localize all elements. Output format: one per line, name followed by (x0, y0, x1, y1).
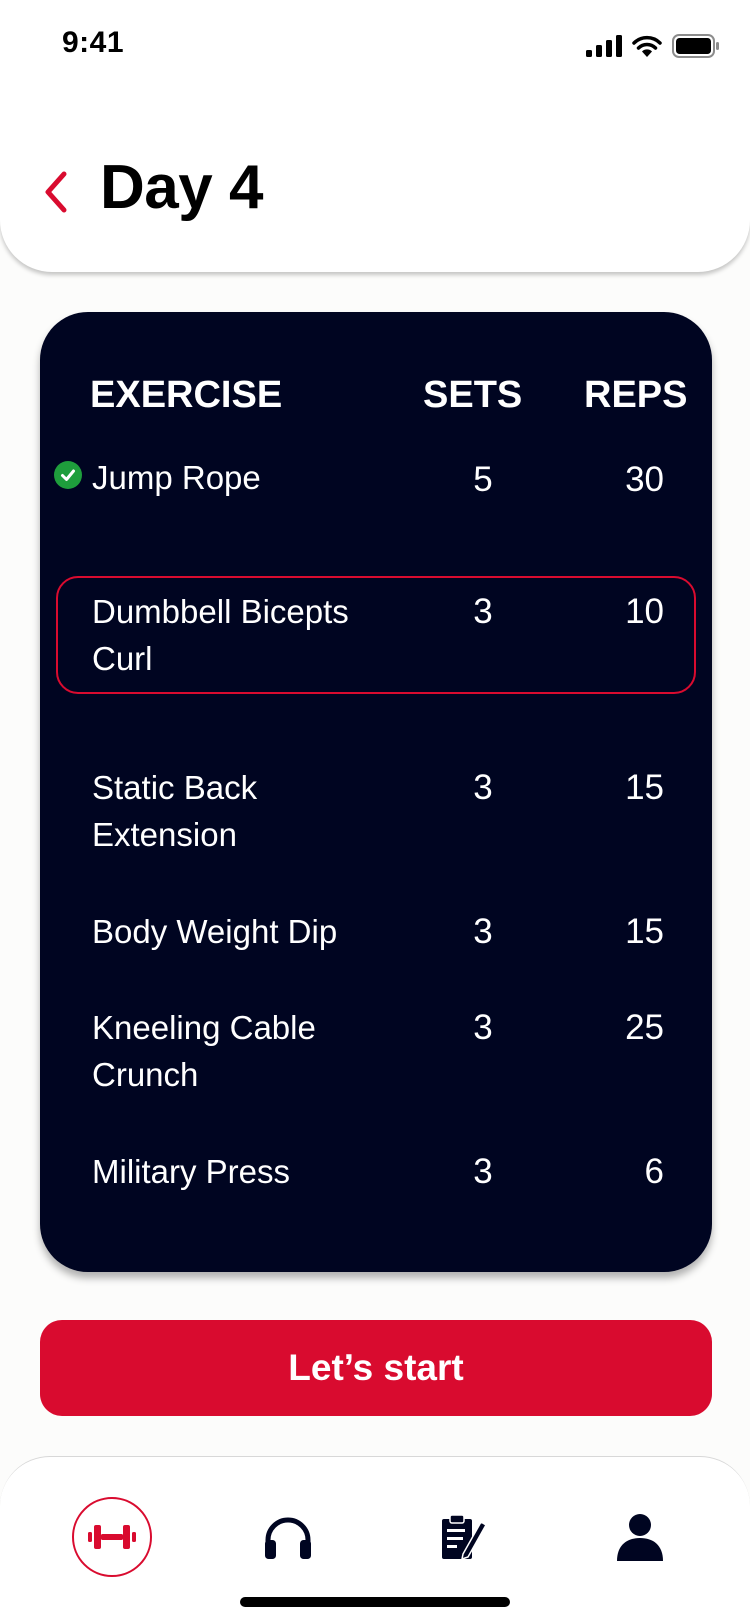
tab-audio[interactable] (248, 1497, 328, 1577)
exercise-reps: 10 (625, 592, 664, 631)
exercise-reps: 30 (625, 460, 664, 499)
exercise-sets: 3 (473, 912, 493, 951)
wifi-icon (632, 35, 662, 57)
chevron-left-icon (45, 171, 67, 213)
exercise-sets: 3 (473, 1152, 493, 1191)
person-icon (617, 1514, 663, 1561)
exercise-reps: 25 (625, 1008, 664, 1047)
exercise-sets: 3 (473, 768, 493, 807)
exercise-name: Body Weight Dip (92, 913, 338, 950)
column-header-sets: SETS (423, 374, 523, 416)
exercise-sets: 3 (473, 592, 493, 631)
headphones-icon (265, 1517, 311, 1559)
exercise-sets: 5 (473, 460, 493, 499)
exercise-reps: 15 (625, 768, 664, 807)
page-title: Day 4 (100, 153, 263, 222)
exercise-reps: 6 (644, 1152, 664, 1191)
exercise-reps: 15 (625, 912, 664, 951)
top-header: 9:41 Day 4 (0, 0, 750, 272)
status-time: 9:41 (62, 26, 125, 59)
exercise-name: Jump Rope (92, 459, 261, 496)
tab-profile[interactable] (600, 1497, 680, 1577)
workout-table-card: EXERCISE SETS REPS Jump Rope 5 30 Dumbbe… (40, 312, 712, 1272)
home-indicator (240, 1597, 510, 1607)
exercise-name: Static Back Extension (92, 769, 258, 853)
dumbbell-icon (88, 1525, 136, 1549)
exercise-name: Military Press (92, 1153, 291, 1190)
status-icons (586, 34, 720, 58)
bottom-tab-bar (0, 1456, 750, 1624)
tab-workout[interactable] (72, 1497, 152, 1577)
exercise-sets: 3 (473, 1008, 493, 1047)
completed-check-icon (54, 461, 82, 489)
cellular-signal-icon (586, 35, 622, 57)
column-header-exercise: EXERCISE (90, 374, 283, 416)
back-button[interactable] (36, 166, 74, 218)
tab-plan[interactable] (422, 1497, 502, 1577)
column-header-reps: REPS (584, 374, 688, 416)
lets-start-button[interactable]: Let’s start (40, 1320, 712, 1416)
battery-icon (672, 34, 719, 58)
exercise-name: Dumbbell Bicepts Curl (92, 593, 349, 677)
exercise-name: Kneeling Cable Crunch (92, 1009, 316, 1093)
clipboard-icon (442, 1514, 487, 1561)
